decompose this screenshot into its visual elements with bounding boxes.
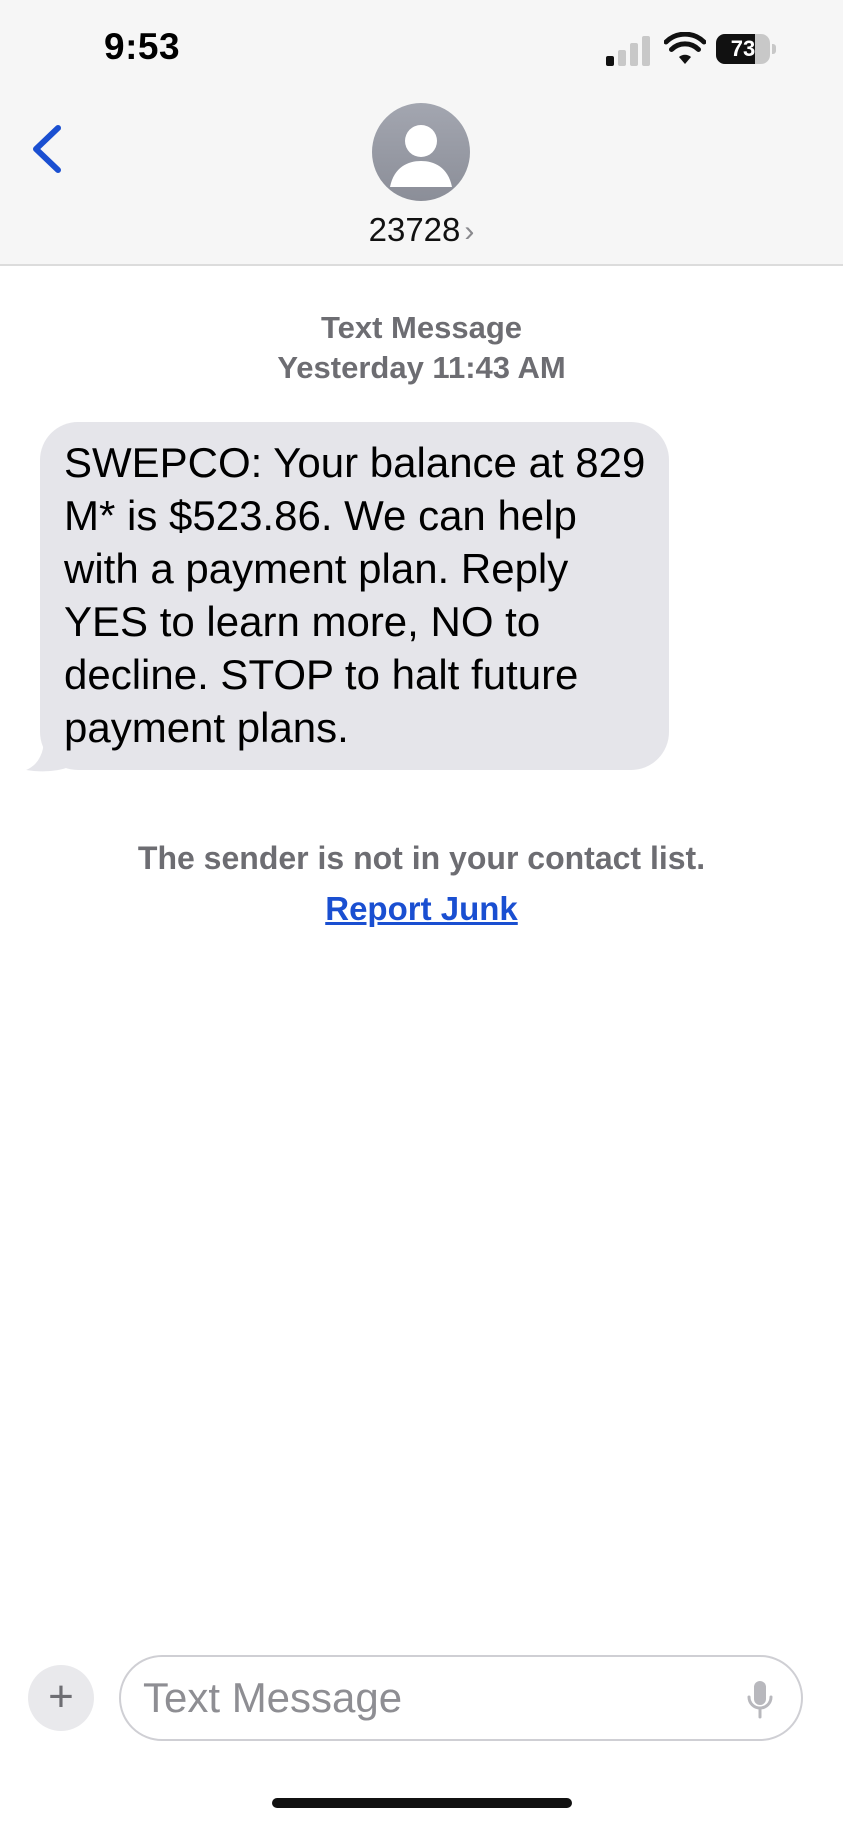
- status-time: 9:53: [104, 26, 181, 67]
- add-attachment-button[interactable]: +: [28, 1665, 94, 1731]
- wifi-icon: [664, 32, 706, 64]
- contact-avatar[interactable]: [372, 103, 470, 201]
- back-chevron-icon[interactable]: [20, 114, 80, 184]
- person-icon: [390, 125, 452, 187]
- battery-percentage: 73: [730, 36, 756, 61]
- message-composer[interactable]: [119, 1655, 803, 1741]
- microphone-icon[interactable]: [745, 1679, 775, 1721]
- plus-icon: +: [48, 1672, 74, 1721]
- contact-name: 23728: [368, 211, 461, 248]
- message-timestamp: Yesterday 11:43 AM: [277, 350, 566, 385]
- conversation-header: 9:53 73 23728 ›: [0, 0, 843, 266]
- contact-name-button[interactable]: 23728 ›: [0, 210, 843, 252]
- unknown-sender-notice: The sender is not in your contact list.: [137, 840, 706, 876]
- chevron-right-icon: ›: [464, 215, 475, 248]
- cellular-signal-icon: [606, 34, 652, 66]
- home-indicator: [272, 1798, 572, 1808]
- service-label: Text Message: [320, 310, 522, 345]
- report-junk-container: Report Junk: [0, 888, 843, 930]
- message-meta: Text Message Yesterday 11:43 AM: [0, 308, 843, 388]
- message-input[interactable]: [143, 1667, 703, 1729]
- incoming-message-bubble[interactable]: SWEPCO: Your balance at 829 M* is $523.8…: [40, 422, 669, 770]
- report-junk-link[interactable]: Report Junk: [325, 890, 518, 927]
- battery-icon: 73: [716, 34, 776, 64]
- status-icons: 73: [604, 30, 784, 70]
